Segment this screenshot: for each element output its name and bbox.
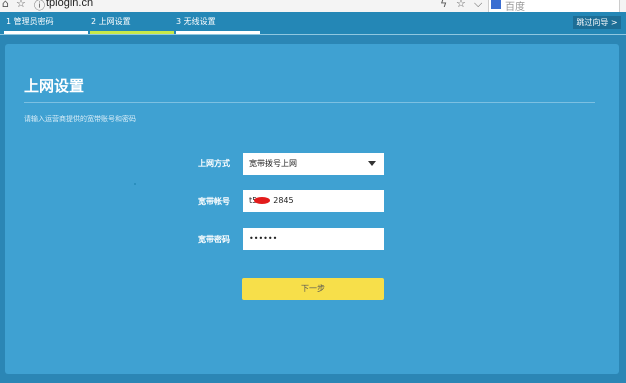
skip-wizard-button[interactable]: 跳过向导 > [573, 16, 621, 29]
step-internet-settings: 2 上网设置 [91, 17, 131, 26]
dropdown-arrow-icon [368, 161, 376, 166]
connection-type-select[interactable]: 宽带拨号上网 [243, 153, 384, 175]
step-admin-password: 1 管理员密码 [6, 17, 54, 26]
password-input[interactable]: •••••• [243, 228, 384, 250]
account-input[interactable]: t52845 [243, 190, 384, 212]
bookmark-star-icon[interactable]: ☆ [456, 0, 466, 10]
chevron-down-icon[interactable]: ⌵ [474, 0, 482, 11]
redaction-mark [254, 197, 270, 204]
decorative-dot [134, 183, 136, 185]
account-value-suffix: 2845 [273, 196, 294, 205]
account-label: 宽带帐号 [198, 197, 230, 206]
home-icon[interactable]: ⌂ [2, 0, 9, 10]
password-label: 宽带密码 [198, 235, 230, 244]
connection-type-label: 上网方式 [198, 159, 230, 168]
wizard-steps: 1 管理员密码 2 上网设置 3 无线设置 [0, 12, 626, 34]
title-divider [24, 102, 595, 103]
baidu-logo-icon [491, 0, 501, 9]
step-wireless-settings: 3 无线设置 [176, 17, 216, 26]
star-icon[interactable]: ☆ [16, 0, 26, 10]
page-title: 上网设置 [24, 77, 85, 95]
address-bar[interactable]: tplogin.cn [46, 0, 93, 9]
page-subtitle: 请输入运营商提供的宽带账号和密码 [24, 115, 136, 123]
next-button[interactable]: 下一步 [242, 278, 384, 300]
settings-panel: 上网设置 请输入运营商提供的宽带账号和密码 上网方式 宽带拨号上网 宽带帐号 t… [5, 44, 619, 374]
header-divider [0, 34, 626, 35]
lightning-icon[interactable]: ϟ [440, 0, 447, 10]
password-value: •••••• [249, 234, 278, 243]
connection-type-value: 宽带拨号上网 [249, 159, 297, 168]
